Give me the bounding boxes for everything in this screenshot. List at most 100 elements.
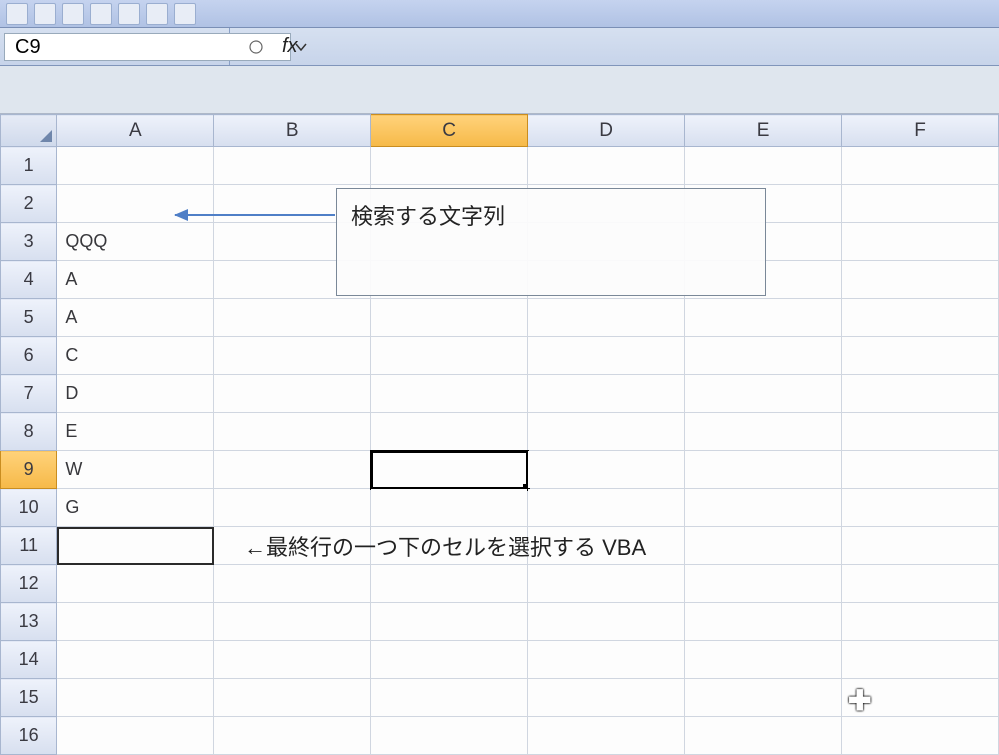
cell-F9[interactable]: [842, 451, 999, 489]
cell-E15[interactable]: [685, 679, 842, 717]
cell-E11[interactable]: [685, 527, 842, 565]
cell-E14[interactable]: [685, 641, 842, 679]
row-header[interactable]: 7: [1, 375, 57, 413]
cell-B5[interactable]: [214, 299, 371, 337]
cell-C10[interactable]: [371, 489, 528, 527]
column-header-B[interactable]: B: [214, 115, 371, 147]
cell-A12[interactable]: [57, 565, 214, 603]
cell-C8[interactable]: [371, 413, 528, 451]
cell-C12[interactable]: [371, 565, 528, 603]
row-header[interactable]: 6: [1, 337, 57, 375]
cell-E10[interactable]: [685, 489, 842, 527]
cell-E7[interactable]: [685, 375, 842, 413]
cell-E5[interactable]: [685, 299, 842, 337]
cell-B1[interactable]: [214, 147, 371, 185]
toolbar-button[interactable]: [90, 3, 112, 25]
toolbar-button[interactable]: [6, 3, 28, 25]
cell-F10[interactable]: [842, 489, 999, 527]
cell-A3[interactable]: QQQ: [57, 223, 214, 261]
row-header[interactable]: 13: [1, 603, 57, 641]
cell-D9[interactable]: [528, 451, 685, 489]
toolbar-button[interactable]: [62, 3, 84, 25]
cell-B9[interactable]: [214, 451, 371, 489]
toolbar-button[interactable]: [174, 3, 196, 25]
cell-C13[interactable]: [371, 603, 528, 641]
column-header-D[interactable]: D: [528, 115, 685, 147]
cell-A1[interactable]: [57, 147, 214, 185]
cell-D7[interactable]: [528, 375, 685, 413]
cell-F8[interactable]: [842, 413, 999, 451]
select-all-corner[interactable]: [1, 115, 57, 147]
cell-C14[interactable]: [371, 641, 528, 679]
cell-A11[interactable]: [57, 527, 214, 565]
cell-A13[interactable]: [57, 603, 214, 641]
cell-A15[interactable]: [57, 679, 214, 717]
cell-D12[interactable]: [528, 565, 685, 603]
cell-D13[interactable]: [528, 603, 685, 641]
toolbar-button[interactable]: [146, 3, 168, 25]
column-header-C[interactable]: C: [371, 115, 528, 147]
cell-A4[interactable]: A: [57, 261, 214, 299]
cell-A9[interactable]: W: [57, 451, 214, 489]
cell-C7[interactable]: [371, 375, 528, 413]
row-header[interactable]: 4: [1, 261, 57, 299]
cell-F1[interactable]: [842, 147, 999, 185]
cell-F2[interactable]: [842, 185, 999, 223]
cell-F6[interactable]: [842, 337, 999, 375]
row-header[interactable]: 9: [1, 451, 57, 489]
cell-B12[interactable]: [214, 565, 371, 603]
cell-D10[interactable]: [528, 489, 685, 527]
cell-E1[interactable]: [685, 147, 842, 185]
cell-B6[interactable]: [214, 337, 371, 375]
row-header[interactable]: 3: [1, 223, 57, 261]
row-header[interactable]: 14: [1, 641, 57, 679]
cell-F14[interactable]: [842, 641, 999, 679]
cell-D1[interactable]: [528, 147, 685, 185]
cell-C1[interactable]: [371, 147, 528, 185]
row-header[interactable]: 5: [1, 299, 57, 337]
cell-B8[interactable]: [214, 413, 371, 451]
cell-E13[interactable]: [685, 603, 842, 641]
cell-A6[interactable]: C: [57, 337, 214, 375]
cell-D14[interactable]: [528, 641, 685, 679]
toolbar-button[interactable]: [118, 3, 140, 25]
cell-D15[interactable]: [528, 679, 685, 717]
cell-E6[interactable]: [685, 337, 842, 375]
cell-C6[interactable]: [371, 337, 528, 375]
cell-E9[interactable]: [685, 451, 842, 489]
cell-B14[interactable]: [214, 641, 371, 679]
cell-A7[interactable]: D: [57, 375, 214, 413]
column-header-A[interactable]: A: [57, 115, 214, 147]
cell-F7[interactable]: [842, 375, 999, 413]
cell-F5[interactable]: [842, 299, 999, 337]
cell-A14[interactable]: [57, 641, 214, 679]
cell-F11[interactable]: [842, 527, 999, 565]
cell-D5[interactable]: [528, 299, 685, 337]
fx-icon[interactable]: fx: [282, 35, 298, 58]
row-header[interactable]: 1: [1, 147, 57, 185]
row-header[interactable]: 15: [1, 679, 57, 717]
cell-B10[interactable]: [214, 489, 371, 527]
row-header[interactable]: 2: [1, 185, 57, 223]
cancel-button[interactable]: [242, 33, 270, 61]
cell-F4[interactable]: [842, 261, 999, 299]
cell-F12[interactable]: [842, 565, 999, 603]
row-header[interactable]: 10: [1, 489, 57, 527]
cell-B7[interactable]: [214, 375, 371, 413]
cell-F3[interactable]: [842, 223, 999, 261]
cell-A10[interactable]: G: [57, 489, 214, 527]
cell-A2[interactable]: [57, 185, 214, 223]
cell-D6[interactable]: [528, 337, 685, 375]
cell-E12[interactable]: [685, 565, 842, 603]
cell-C5[interactable]: [371, 299, 528, 337]
row-header[interactable]: 12: [1, 565, 57, 603]
cell-B13[interactable]: [214, 603, 371, 641]
cell-C15[interactable]: [371, 679, 528, 717]
cell-A5[interactable]: A: [57, 299, 214, 337]
column-header-E[interactable]: E: [685, 115, 842, 147]
toolbar-button[interactable]: [34, 3, 56, 25]
cell-B15[interactable]: [214, 679, 371, 717]
column-header-F[interactable]: F: [842, 115, 999, 147]
cell-F13[interactable]: [842, 603, 999, 641]
row-header[interactable]: 8: [1, 413, 57, 451]
